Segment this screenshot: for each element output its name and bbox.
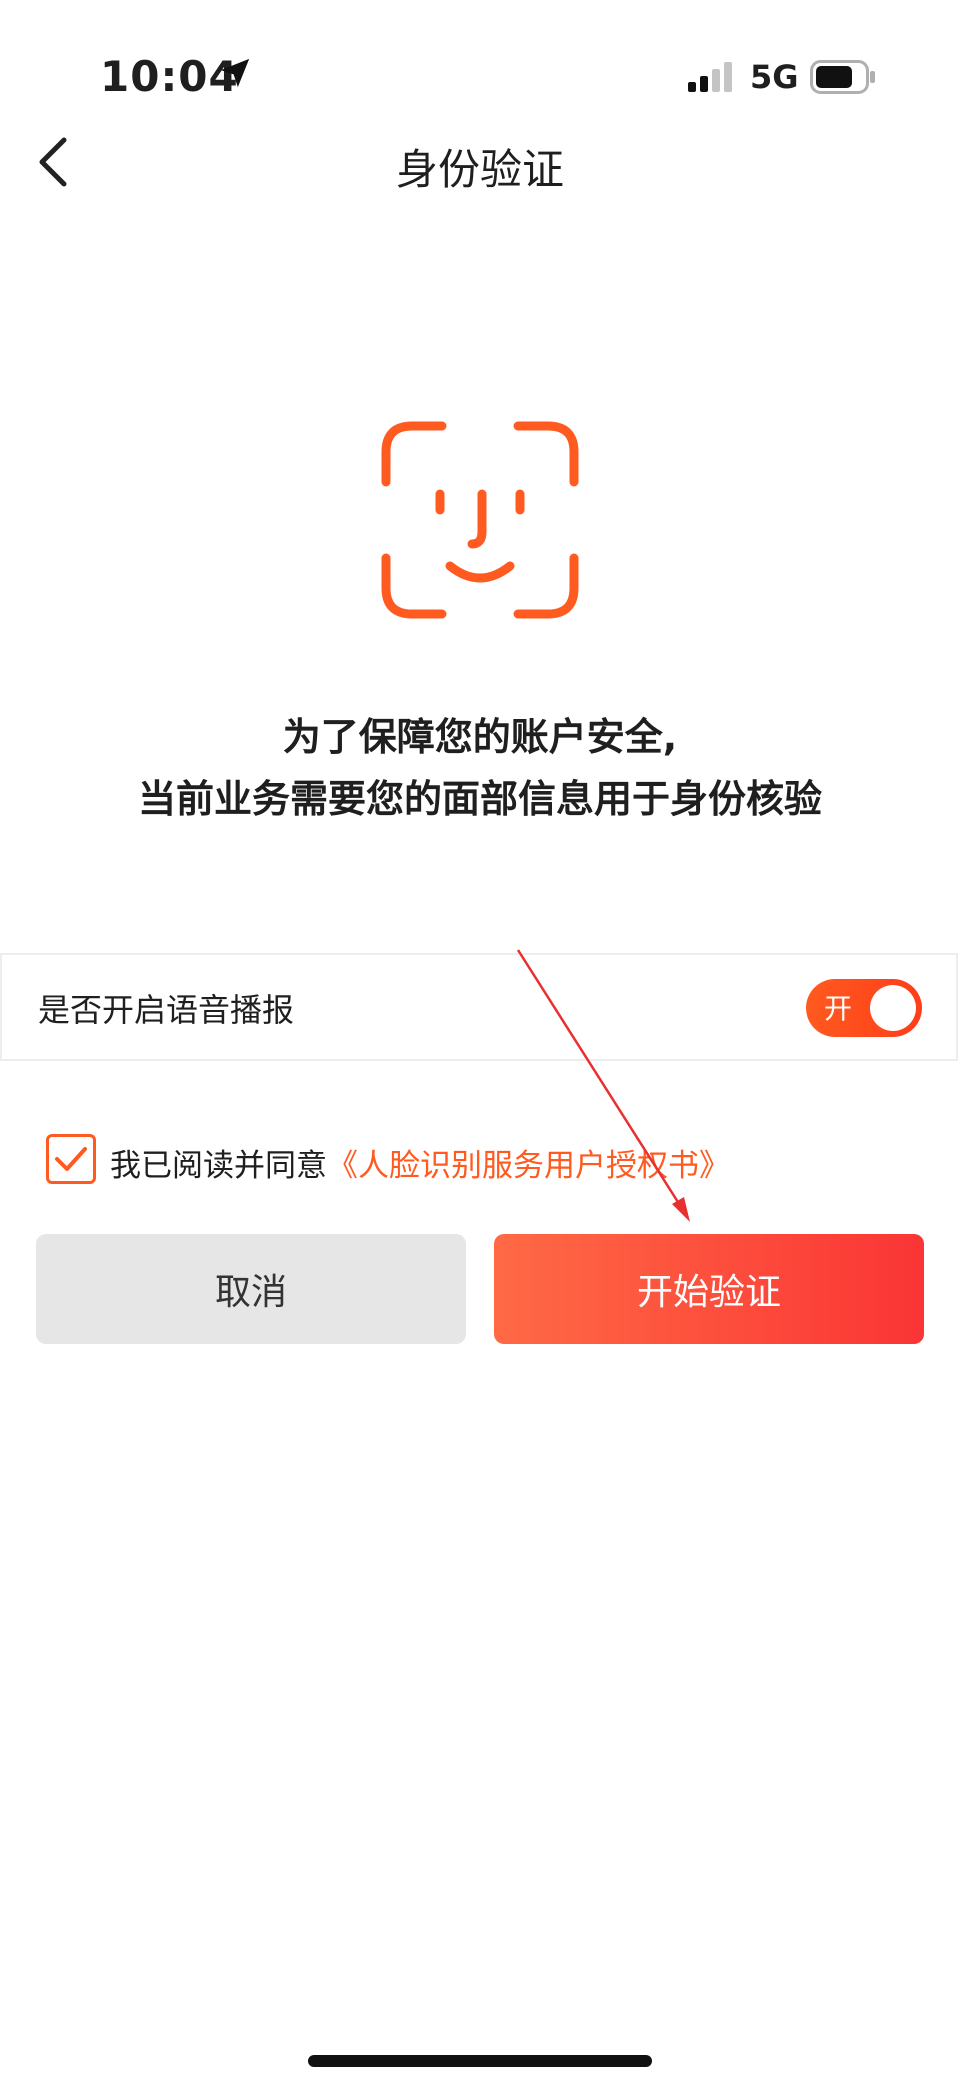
description-line-2: 当前业务需要您的面部信息用于身份核验	[137, 777, 822, 821]
description-line-1: 为了保障您的账户安全,	[282, 715, 678, 759]
toggle-knob	[870, 985, 916, 1031]
authorization-agreement-link[interactable]: 《人脸识别服务用户授权书》	[327, 1148, 730, 1184]
verification-description: 为了保障您的账户安全, 当前业务需要您的面部信息用于身份核验	[0, 706, 960, 830]
face-recognition-icon	[381, 421, 579, 619]
voice-broadcast-row: 是否开启语音播报 开	[0, 953, 958, 1061]
page-title: 身份验证	[395, 145, 564, 194]
location-arrow-icon	[220, 58, 250, 88]
home-indicator	[308, 2055, 652, 2067]
agreement-prefix: 我已阅读并同意	[110, 1148, 327, 1184]
checkmark-icon	[55, 1147, 87, 1171]
battery-icon	[810, 60, 875, 94]
cancel-button[interactable]: 取消	[36, 1234, 466, 1344]
voice-broadcast-toggle[interactable]: 开	[806, 979, 922, 1037]
agreement-text: 我已阅读并同意《人脸识别服务用户授权书》	[110, 1140, 730, 1185]
toggle-on-label: 开	[824, 992, 853, 1025]
start-verification-button[interactable]: 开始验证	[494, 1234, 924, 1344]
cellular-signal-icon	[688, 62, 732, 92]
voice-broadcast-label: 是否开启语音播报	[38, 991, 295, 1029]
network-type: 5G	[750, 58, 799, 96]
agreement-checkbox[interactable]	[46, 1134, 96, 1184]
